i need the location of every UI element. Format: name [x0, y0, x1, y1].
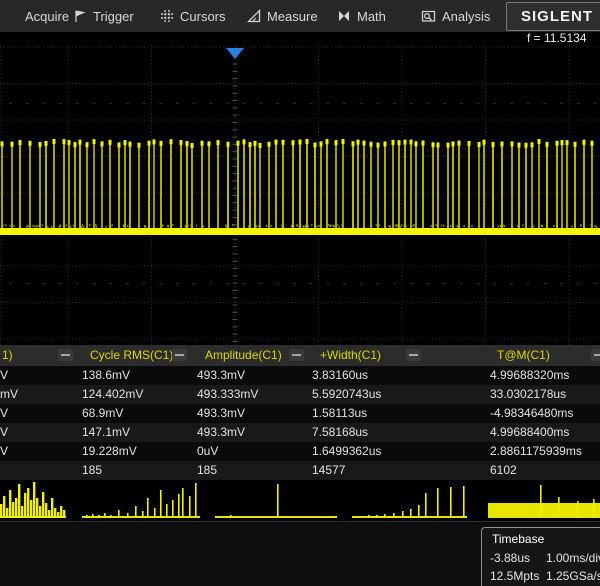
- pulse-train-trace: [0, 45, 600, 345]
- col-header-pwidth: +Width(C1): [320, 345, 381, 366]
- statistics-histograms: [0, 480, 600, 521]
- siglent-logo: SIGLENT: [506, 2, 600, 31]
- timebase-points: 12.5Mpts: [490, 569, 539, 583]
- analysis-icon: [421, 9, 436, 23]
- measure-icon: [247, 9, 261, 23]
- timebase-sample-rate: 1.25GSa/s: [546, 569, 600, 583]
- col-header-1: 1): [2, 345, 13, 366]
- collapse-minus-button[interactable]: [172, 349, 187, 361]
- table-row: V 19.228mV 0uV 1.6499362us 2.8861175939m…: [0, 442, 600, 461]
- flag-icon: [73, 9, 87, 23]
- trigger-frequency-readout: f = 11.5134: [527, 31, 600, 45]
- measurement-table: 1) Cycle RMS(C1) Amplitude(C1) +Width(C1…: [0, 345, 600, 480]
- table-row: mV 124.402mV 493.333mV 5.5920743us 33.03…: [0, 385, 600, 404]
- collapse-minus-button[interactable]: [406, 349, 421, 361]
- menu-item-acquire[interactable]: Acquire: [25, 0, 69, 32]
- collapse-minus-button[interactable]: [591, 349, 600, 361]
- menu-item-label: Math: [357, 9, 386, 24]
- trigger-position-marker[interactable]: [226, 48, 244, 59]
- timebase-delay: -3.88us: [490, 551, 530, 565]
- table-row: V 147.1mV 493.3mV 7.58168us 4.99688400ms: [0, 423, 600, 442]
- col-header-amplitude: Amplitude(C1): [205, 345, 282, 366]
- timebase-title: Timebase: [492, 532, 544, 546]
- menu-item-cursors[interactable]: Cursors: [160, 0, 226, 32]
- menu-item-label: Analysis: [442, 9, 490, 24]
- menu-item-label: Measure: [267, 9, 318, 24]
- menu-item-label: Trigger: [93, 9, 134, 24]
- oscilloscope-screen: Acquire Trigger Cursors Measure: [0, 0, 600, 586]
- table-row: V 68.9mV 493.3mV 1.58113us -4.98346480ms: [0, 404, 600, 423]
- table-row: 185 185 14577 6102: [0, 461, 600, 480]
- table-row: V 138.6mV 493.3mV 3.83160us 4.99688320ms: [0, 366, 600, 385]
- menu-item-math[interactable]: Math: [337, 0, 386, 32]
- collapse-minus-button[interactable]: [58, 349, 73, 361]
- timebase-panel[interactable]: Timebase -3.88us 1.00ms/div 12.5Mpts 1.2…: [481, 527, 600, 586]
- timebase-scale: 1.00ms/div: [546, 551, 600, 565]
- menu-item-trigger[interactable]: Trigger: [73, 0, 134, 32]
- col-header-cycle-rms: Cycle RMS(C1): [90, 345, 173, 366]
- math-icon: [337, 9, 351, 23]
- menu-item-label: Cursors: [180, 9, 226, 24]
- menu-item-measure[interactable]: Measure: [247, 0, 318, 32]
- collapse-minus-button[interactable]: [289, 349, 304, 361]
- col-header-tatm: T@M(C1): [497, 345, 550, 366]
- measurement-table-header: 1) Cycle RMS(C1) Amplitude(C1) +Width(C1…: [0, 345, 600, 366]
- waveform-display: [0, 45, 600, 345]
- menu-item-label: Acquire: [25, 9, 69, 24]
- cursors-icon: [160, 9, 174, 23]
- menu-item-analysis[interactable]: Analysis: [421, 0, 490, 32]
